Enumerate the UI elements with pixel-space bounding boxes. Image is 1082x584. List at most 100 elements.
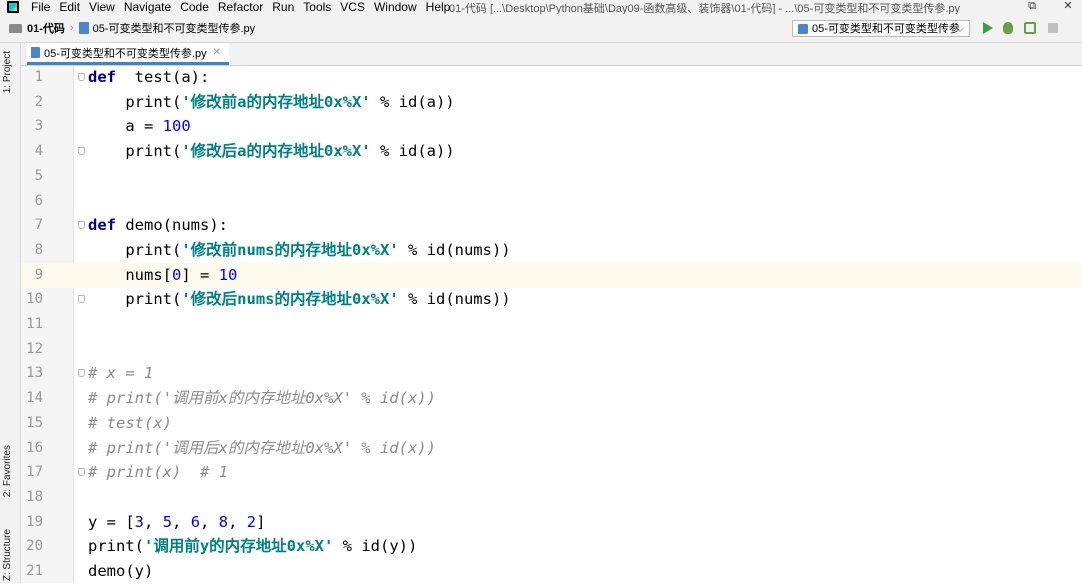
code-line[interactable]: demo(y) — [88, 559, 153, 584]
coverage-icon — [1024, 22, 1036, 34]
line-number: 1 — [34, 69, 43, 85]
menu-bar: File Edit View Navigate Code Refactor Ru… — [31, 0, 459, 14]
menu-refactor[interactable]: Refactor — [218, 0, 263, 14]
line-number: 14 — [26, 390, 43, 407]
code-line[interactable]: print('修改前nums的内存地址0x%X' % id(nums)) — [88, 238, 511, 263]
fold-marker-icon[interactable] — [78, 73, 85, 81]
menu-tools[interactable]: Tools — [303, 0, 331, 14]
code-token: # print(x) # 1 — [88, 463, 228, 482]
pycharm-logo-icon — [7, 1, 19, 13]
line-number: 21 — [26, 563, 43, 579]
code-token: '调用前y的内存地址0x%X' — [144, 537, 334, 556]
line-number: 8 — [34, 241, 43, 258]
code-token: demo(y) — [88, 562, 154, 580]
code-token: # test(x) — [88, 413, 172, 432]
line-number: 17 — [26, 464, 43, 481]
line-number: 12 — [26, 340, 43, 357]
folder-icon — [9, 23, 22, 33]
fold-marker-icon[interactable] — [78, 147, 85, 156]
menu-vcs[interactable]: VCS — [340, 0, 365, 14]
code-token: , — [200, 512, 219, 531]
navigation-bar: 01-代码 › 05-可变类型和不可变类型传参.py 05-可变类型和不可变类型… — [0, 14, 1082, 43]
line-number: 20 — [26, 538, 43, 555]
code-line[interactable]: def demo(nums): — [88, 213, 228, 238]
code-line[interactable]: # x = 1 — [88, 361, 153, 386]
line-number: 13 — [26, 365, 43, 382]
run-button[interactable] — [980, 21, 994, 35]
code-line[interactable]: # test(x) — [88, 411, 172, 436]
menu-file[interactable]: File — [31, 0, 50, 14]
breadcrumb-file[interactable]: 05-可变类型和不可变类型传参.py — [93, 20, 256, 36]
code-line[interactable]: # print(x) # 1 — [88, 460, 228, 485]
code-line[interactable]: def test(a): — [88, 65, 209, 90]
line-number: 11 — [26, 316, 43, 332]
editor-tabs-bar: 05-可变类型和不可变类型传参.py ✕ — [21, 43, 1082, 66]
line-number: 15 — [26, 414, 43, 431]
code-token: '修改后a的内存地址0x%X' — [181, 142, 371, 161]
code-line[interactable]: print('修改前a的内存地址0x%X' % id(a)) — [88, 90, 454, 115]
menu-navigate[interactable]: Navigate — [124, 0, 171, 14]
code-line[interactable]: # print('调用前x的内存地址0x%X' % id(x)) — [88, 386, 436, 411]
menu-code[interactable]: Code — [180, 0, 209, 14]
code-token: % id(y)) — [333, 537, 418, 556]
close-tab-icon[interactable]: ✕ — [213, 47, 221, 58]
code-line[interactable]: y = [3, 5, 6, 8, 2] — [88, 510, 265, 535]
close-window-button[interactable]: ✕ — [1050, 0, 1082, 14]
code-token: print( — [88, 290, 182, 309]
line-number: 9 — [34, 266, 43, 283]
editor-tab-label: 05-可变类型和不可变类型传参.py — [44, 47, 207, 60]
stop-button[interactable] — [1046, 21, 1060, 35]
menu-run[interactable]: Run — [272, 0, 294, 14]
editor-tab-active[interactable]: 05-可变类型和不可变类型传参.py ✕ — [27, 43, 229, 65]
title-bar: File Edit View Navigate Code Refactor Ru… — [0, 0, 1082, 14]
code-line[interactable]: print('修改后nums的内存地址0x%X' % id(nums)) — [88, 287, 510, 312]
run-configuration-label: 05-可变类型和不可变类型传参 — [812, 23, 960, 35]
line-number: 4 — [34, 143, 43, 160]
fold-marker-icon[interactable] — [78, 369, 85, 378]
code-token: 10 — [218, 265, 238, 284]
line-number: 10 — [26, 291, 43, 308]
code-token: # print('调用后x的内存地址0x%X' % id(x)) — [88, 438, 436, 457]
play-icon — [983, 22, 993, 34]
code-token: print( — [88, 240, 182, 259]
code-token: 2 — [246, 512, 257, 531]
line-number: 7 — [34, 217, 43, 234]
code-token: '修改前a的内存地址0x%X' — [181, 92, 371, 111]
code-token: print( — [88, 142, 182, 161]
code-token: '修改后nums的内存地址0x%X' — [181, 290, 399, 309]
menu-help[interactable]: Help — [426, 0, 451, 14]
menu-edit[interactable]: Edit — [59, 0, 80, 14]
code-token: 3 — [134, 512, 145, 531]
breadcrumb-project[interactable]: 01-代码 — [27, 20, 65, 36]
menu-window[interactable]: Window — [374, 0, 417, 14]
line-number: 2 — [34, 93, 43, 110]
code-token: ] — [256, 512, 266, 531]
menu-view[interactable]: View — [89, 0, 115, 14]
code-token: 6 — [190, 512, 201, 531]
fold-marker-icon[interactable] — [78, 221, 85, 230]
code-token: % id(nums)) — [398, 240, 511, 259]
debug-button[interactable] — [1001, 21, 1015, 35]
coverage-button[interactable] — [1023, 21, 1037, 35]
fold-marker-icon[interactable] — [78, 295, 85, 304]
code-line[interactable]: nums[0] = 10 — [88, 263, 237, 288]
code-token: , — [144, 512, 163, 531]
code-line[interactable]: a = 100 — [88, 114, 191, 139]
code-token: 5 — [162, 512, 173, 531]
window-title: 01-代码 [...\Desktop\Python基础\Day09-函数高级、装… — [449, 3, 960, 14]
code-token: a = — [88, 117, 163, 136]
restore-window-button[interactable]: ⧉ — [1014, 0, 1050, 14]
line-number: 5 — [34, 167, 43, 184]
run-configuration-select[interactable]: 05-可变类型和不可变类型传参 ⌵ — [792, 20, 970, 37]
code-token: 100 — [162, 117, 191, 136]
fold-marker-icon[interactable] — [78, 468, 85, 477]
code-line[interactable]: print('修改后a的内存地址0x%X' % id(a)) — [88, 139, 454, 164]
line-number: 19 — [26, 513, 43, 530]
code-token: print( — [88, 537, 144, 556]
code-line[interactable]: print('调用前y的内存地址0x%X' % id(y)) — [88, 534, 417, 559]
code-line[interactable]: # print('调用后x的内存地址0x%X' % id(x)) — [88, 436, 436, 461]
chevron-down-icon: ⌵ — [955, 23, 964, 35]
code-token: # x = 1 — [88, 364, 154, 383]
code-token: 8 — [218, 512, 229, 531]
code-token: 0 — [172, 265, 182, 284]
